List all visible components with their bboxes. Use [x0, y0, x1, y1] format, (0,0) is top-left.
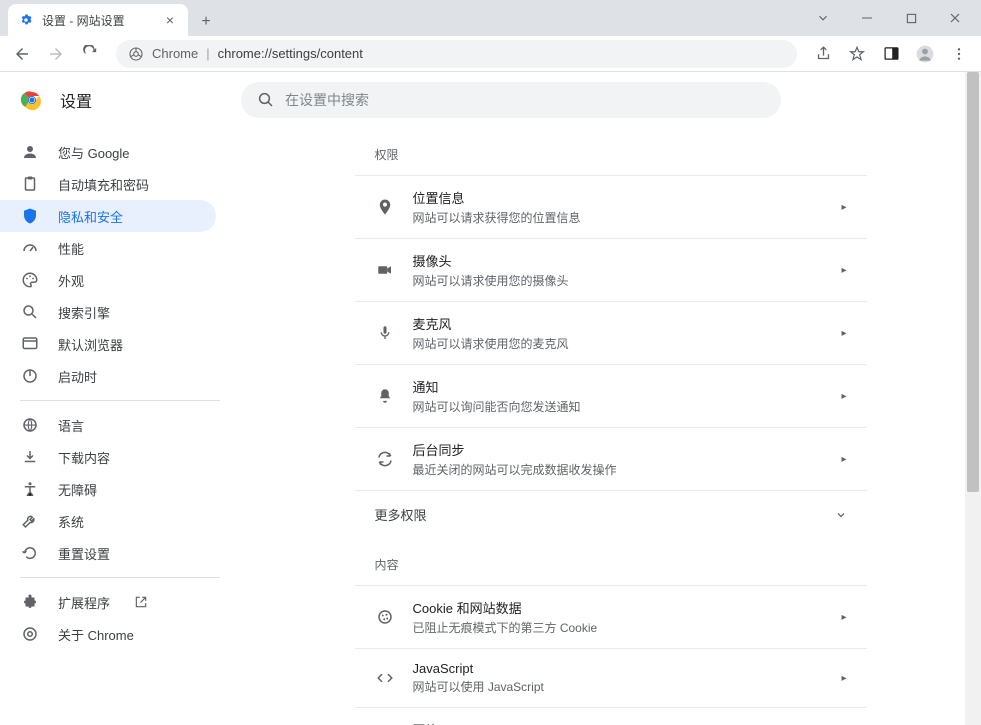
- chevron-down-icon: [835, 509, 847, 521]
- search-input[interactable]: [285, 92, 765, 108]
- sidebar-item-appearance[interactable]: 外观: [0, 264, 216, 296]
- profile-icon[interactable]: [911, 40, 939, 68]
- sidebar-item-startup[interactable]: 启动时: [0, 360, 216, 392]
- power-icon: [20, 366, 40, 386]
- content-area: 权限 位置信息网站可以请求获得您的位置信息 ▸ 摄像头网站可以请求使用您的摄像头…: [240, 128, 981, 725]
- menu-icon[interactable]: [945, 40, 973, 68]
- sidebar-item-you-and-google[interactable]: 您与 Google: [0, 136, 216, 168]
- accessibility-icon: [20, 479, 40, 499]
- star-icon[interactable]: [843, 40, 871, 68]
- share-icon[interactable]: [809, 40, 837, 68]
- window-buttons: [801, 0, 981, 36]
- chevron-right-icon: ▸: [841, 202, 846, 213]
- new-tab-button[interactable]: +: [192, 8, 220, 36]
- more-permissions[interactable]: 更多权限: [355, 490, 867, 538]
- sidebar-item-languages[interactable]: 语言: [0, 409, 216, 441]
- window-titlebar: 设置 - 网站设置 × +: [0, 0, 981, 36]
- row-camera[interactable]: 摄像头网站可以请求使用您的摄像头 ▸: [355, 238, 867, 301]
- row-notifications[interactable]: 通知网站可以询问能否向您发送通知 ▸: [355, 364, 867, 427]
- row-location[interactable]: 位置信息网站可以请求获得您的位置信息 ▸: [355, 175, 867, 238]
- search-icon: [20, 302, 40, 322]
- browser-toolbar: Chrome | chrome://settings/content: [0, 36, 981, 72]
- sidebar-item-privacy[interactable]: 隐私和安全: [0, 200, 216, 232]
- download-icon: [20, 447, 40, 467]
- chevron-right-icon: ▸: [841, 265, 846, 276]
- settings-sidebar: 您与 Google 自动填充和密码 隐私和安全 性能 外观 搜索引擎 默认浏览器…: [0, 128, 240, 725]
- scroll-thumb[interactable]: [967, 72, 979, 492]
- chevron-right-icon: ▸: [841, 454, 846, 465]
- back-button[interactable]: [8, 40, 36, 68]
- close-window-button[interactable]: [933, 3, 977, 33]
- shield-icon: [20, 206, 40, 226]
- code-icon: [375, 668, 395, 688]
- page-title: 设置: [60, 88, 92, 112]
- omnibox-prefix: Chrome: [152, 46, 198, 61]
- forward-button[interactable]: [42, 40, 70, 68]
- scrollbar[interactable]: [965, 72, 981, 725]
- reset-icon: [20, 543, 40, 563]
- row-microphone[interactable]: 麦克风网站可以请求使用您的麦克风 ▸: [355, 301, 867, 364]
- settings-header: 设置: [0, 72, 981, 128]
- palette-icon: [20, 270, 40, 290]
- omnibox-url: chrome://settings/content: [218, 46, 363, 61]
- camera-icon: [375, 260, 395, 280]
- chevron-right-icon: ▸: [841, 328, 846, 339]
- chrome-logo-icon: [20, 88, 44, 112]
- chevron-down-icon[interactable]: [801, 3, 845, 33]
- speedometer-icon: [20, 238, 40, 258]
- row-javascript[interactable]: JavaScript网站可以使用 JavaScript ▸: [355, 648, 867, 707]
- settings-search[interactable]: [241, 82, 781, 118]
- sidebar-item-accessibility[interactable]: 无障碍: [0, 473, 216, 505]
- cookie-icon: [375, 607, 395, 627]
- side-panel-icon[interactable]: [877, 40, 905, 68]
- sidebar-item-about[interactable]: 关于 Chrome: [0, 618, 216, 650]
- location-icon: [375, 197, 395, 217]
- permissions-header: 权限: [355, 128, 867, 175]
- sidebar-item-autofill[interactable]: 自动填充和密码: [0, 168, 216, 200]
- chrome-icon: [20, 624, 40, 644]
- address-bar[interactable]: Chrome | chrome://settings/content: [116, 40, 797, 68]
- row-cookies[interactable]: Cookie 和网站数据已阻止无痕模式下的第三方 Cookie ▸: [355, 585, 867, 648]
- gear-icon: [18, 12, 34, 28]
- browser-icon: [20, 334, 40, 354]
- extension-icon: [20, 592, 40, 612]
- sidebar-item-search-engine[interactable]: 搜索引擎: [0, 296, 216, 328]
- clipboard-icon: [20, 174, 40, 194]
- sidebar-item-system[interactable]: 系统: [0, 505, 216, 537]
- chevron-right-icon: ▸: [841, 391, 846, 402]
- bell-icon: [375, 386, 395, 406]
- close-icon[interactable]: ×: [162, 12, 178, 28]
- person-icon: [20, 142, 40, 162]
- sidebar-item-extensions[interactable]: 扩展程序: [0, 586, 216, 618]
- chrome-icon: [128, 46, 144, 62]
- reload-button[interactable]: [76, 40, 104, 68]
- browser-tab[interactable]: 设置 - 网站设置 ×: [8, 4, 188, 36]
- content-header: 内容: [355, 538, 867, 585]
- row-background-sync[interactable]: 后台同步最近关闭的网站可以完成数据收发操作 ▸: [355, 427, 867, 490]
- sync-icon: [375, 449, 395, 469]
- globe-icon: [20, 415, 40, 435]
- sidebar-item-downloads[interactable]: 下载内容: [0, 441, 216, 473]
- tab-title: 设置 - 网站设置: [42, 12, 154, 29]
- sidebar-item-performance[interactable]: 性能: [0, 232, 216, 264]
- maximize-button[interactable]: [889, 3, 933, 33]
- chevron-right-icon: ▸: [841, 673, 846, 684]
- wrench-icon: [20, 511, 40, 531]
- sidebar-item-reset[interactable]: 重置设置: [0, 537, 216, 569]
- sidebar-item-default-browser[interactable]: 默认浏览器: [0, 328, 216, 360]
- microphone-icon: [375, 323, 395, 343]
- external-link-icon: [134, 595, 148, 609]
- chevron-right-icon: ▸: [841, 612, 846, 623]
- row-images[interactable]: 图片网站可以显示图片 ▸: [355, 707, 867, 725]
- minimize-button[interactable]: [845, 3, 889, 33]
- search-icon: [257, 91, 275, 109]
